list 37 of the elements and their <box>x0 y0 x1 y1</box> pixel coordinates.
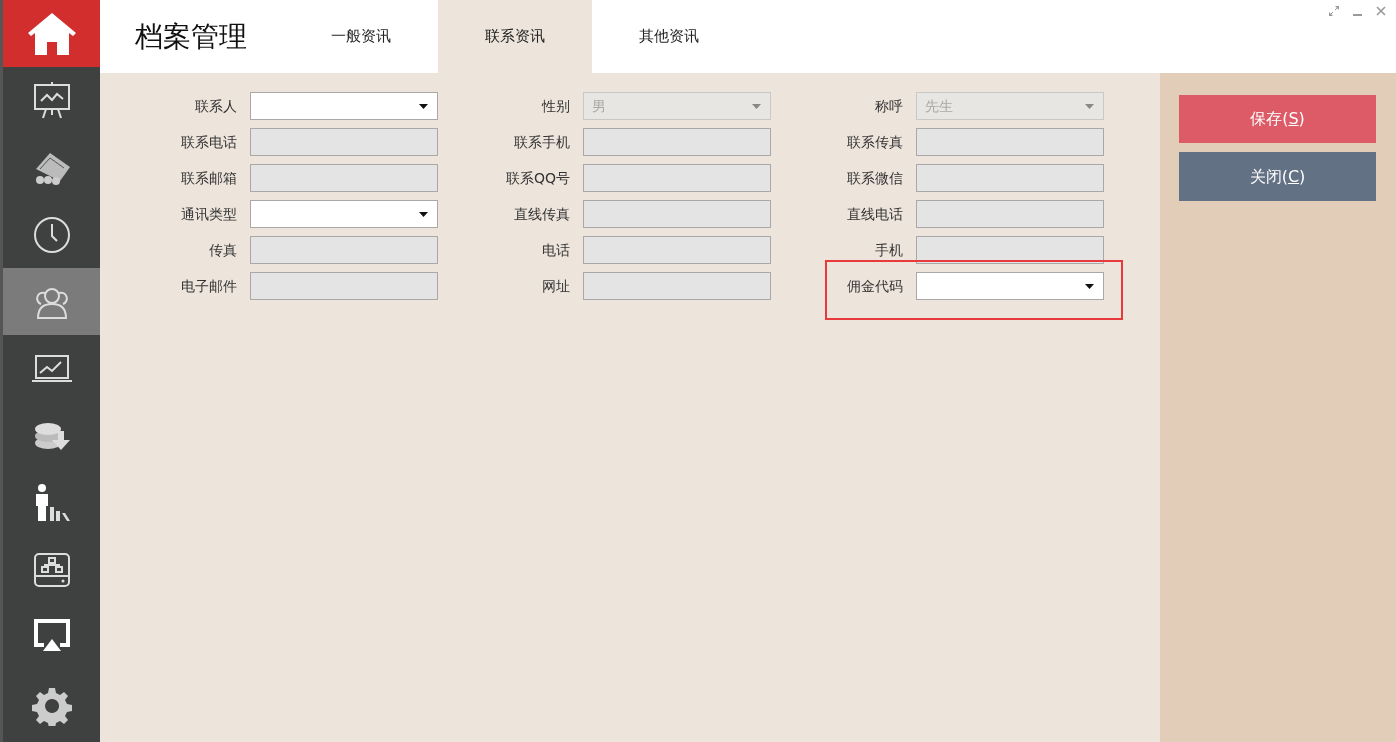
field-label: 联系手机 <box>513 132 571 152</box>
caret-icon[interactable] <box>419 104 428 109</box>
field-label: 联系传真 <box>846 132 904 152</box>
field-label: 性别 <box>540 96 571 116</box>
field-label: 电话 <box>541 240 571 260</box>
tab[interactable]: 联系资讯 <box>438 0 592 73</box>
network-drive-icon <box>32 551 71 588</box>
laptop-chart-icon <box>31 353 72 384</box>
close-button[interactable]: 关闭(C) <box>1179 152 1376 201</box>
field-label: 佣金代码 <box>846 276 904 296</box>
field-label: 直线传真 <box>513 204 571 224</box>
save-button[interactable]: 保存(S) <box>1179 95 1376 143</box>
field-label: 手机 <box>874 240 904 260</box>
page-title: 档案管理 <box>134 18 248 55</box>
presentation-board-icon <box>31 81 72 120</box>
field-label: 通讯类型 <box>180 204 238 224</box>
field-value: 先生 <box>925 96 953 116</box>
gear-icon <box>31 686 72 726</box>
field-value: 男 <box>592 96 606 116</box>
field-label: 联系QQ号 <box>504 168 571 188</box>
caret-icon[interactable] <box>419 212 428 217</box>
caret-icon[interactable] <box>1085 284 1094 289</box>
restore-icon[interactable] <box>1329 6 1339 16</box>
field-label: 联系邮箱 <box>180 168 238 188</box>
field-label: 传真 <box>208 240 238 260</box>
field-label: 联系微信 <box>846 168 904 188</box>
field-label: 联系电话 <box>180 132 238 152</box>
field-label: 联系人 <box>194 96 238 116</box>
close-icon[interactable] <box>1376 6 1386 16</box>
field-label: 直线电话 <box>846 204 904 224</box>
clock-icon <box>31 214 72 255</box>
field-label: 网址 <box>541 276 571 296</box>
field-label: 电子邮件 <box>180 276 238 296</box>
home-button[interactable] <box>3 0 100 67</box>
field-label: 称呼 <box>874 96 904 116</box>
caret-icon <box>752 104 761 109</box>
caret-icon <box>1085 104 1094 109</box>
